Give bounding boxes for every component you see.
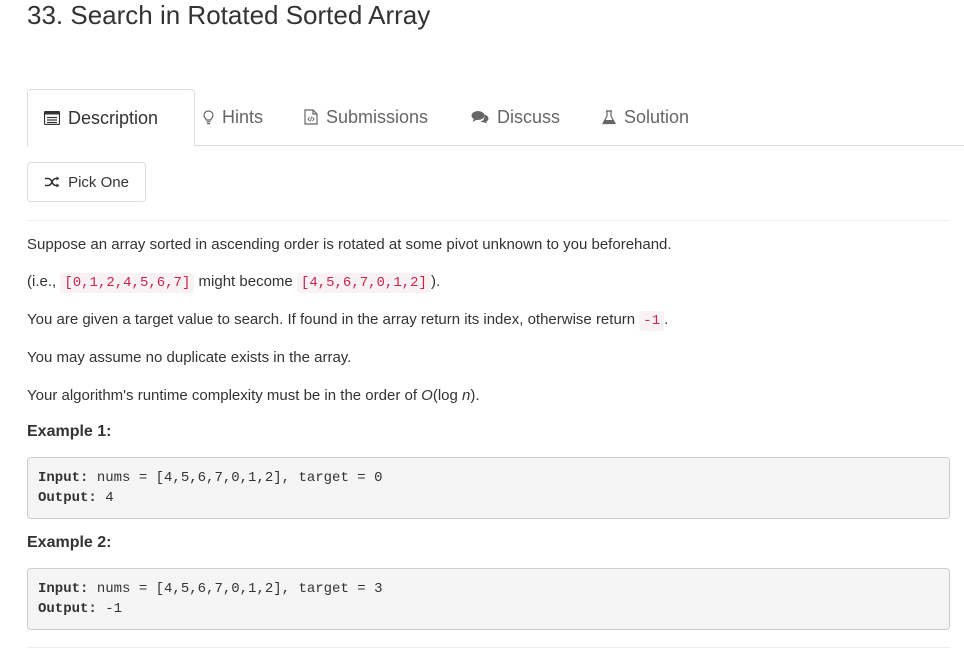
inline-code: [4,5,6,7,0,1,2]	[296, 273, 431, 293]
description-paragraph: Your algorithm's runtime complexity must…	[27, 387, 480, 404]
tab-label: Solution	[624, 106, 690, 127]
tab-label: Submissions	[326, 106, 429, 127]
tab-bar: Description Hints Submissions Discuss So…	[27, 89, 964, 147]
tab-submissions[interactable]: Submissions	[304, 89, 428, 145]
divider	[27, 647, 950, 648]
lightbulb-icon	[203, 109, 214, 125]
tab-label: Discuss	[497, 106, 561, 127]
tab-label: Description	[68, 107, 159, 128]
pick-one-button[interactable]: Pick One	[27, 162, 146, 202]
comments-icon	[471, 110, 489, 124]
inline-code: [0,1,2,4,5,6,7]	[60, 273, 195, 293]
problem-page: 33. Search in Rotated Sorted Array Descr…	[0, 0, 964, 649]
description-paragraph: (i.e., [0,1,2,4,5,6,7] might become [4,5…	[27, 273, 441, 293]
example-code-block: Input: nums = [4,5,6,7,0,1,2], target = …	[27, 568, 950, 630]
tab-label: Hints	[222, 106, 264, 127]
example-code-block: Input: nums = [4,5,6,7,0,1,2], target = …	[27, 457, 950, 519]
tab-description[interactable]: Description	[27, 89, 195, 147]
example-heading: Example 2:	[27, 534, 112, 551]
flask-icon	[602, 109, 616, 125]
description-icon	[43, 110, 61, 126]
description-paragraph: Suppose an array sorted in ascending ord…	[27, 236, 672, 253]
description-paragraph: You may assume no duplicate exists in th…	[27, 349, 352, 366]
description-paragraph: You are given a target value to search. …	[27, 311, 669, 331]
shuffle-icon	[44, 176, 60, 188]
page-title: 33. Search in Rotated Sorted Array	[27, 0, 431, 30]
tab-discuss[interactable]: Discuss	[471, 89, 560, 145]
inline-code: -1	[639, 311, 665, 331]
pick-one-label: Pick One	[68, 173, 129, 191]
divider	[27, 220, 950, 221]
code-file-icon	[304, 109, 318, 125]
tab-solution[interactable]: Solution	[602, 89, 689, 145]
tab-hints[interactable]: Hints	[203, 89, 263, 145]
example-heading: Example 1:	[27, 423, 112, 440]
